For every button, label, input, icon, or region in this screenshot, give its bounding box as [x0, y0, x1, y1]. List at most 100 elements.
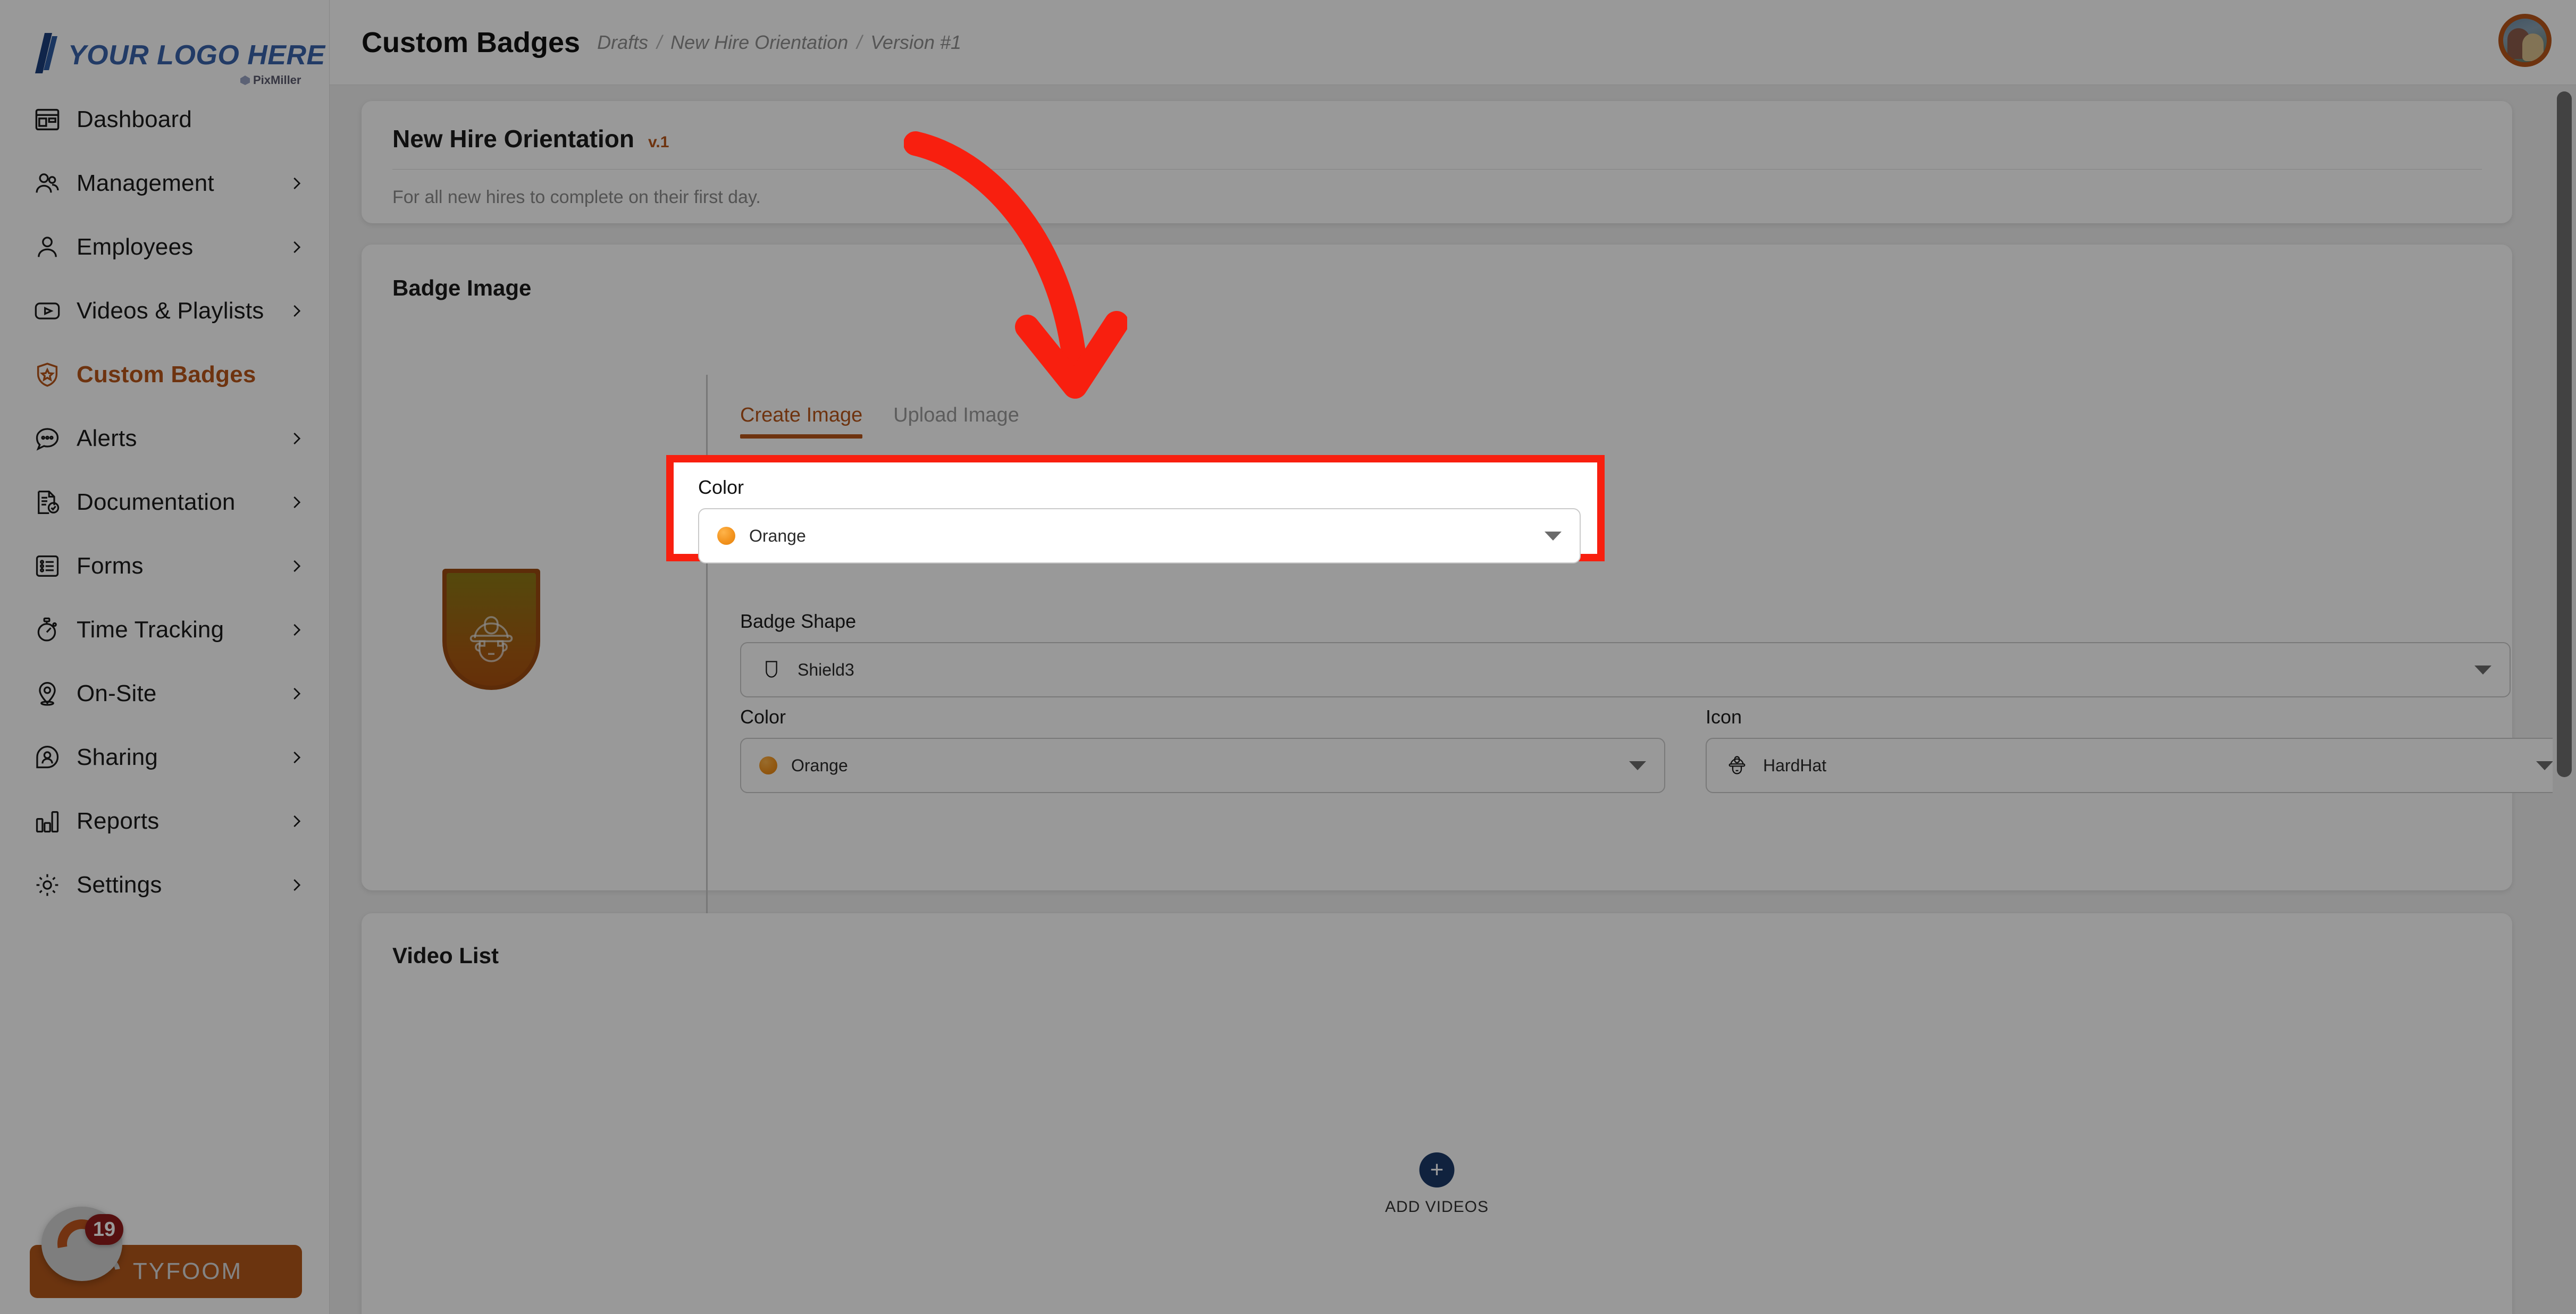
main-content: New Hire Orientation v.1 For all new hir…: [330, 85, 2576, 1314]
video-list-card: Video List + ADD VIDEOS: [362, 913, 2512, 1314]
video-play-icon: [32, 296, 63, 326]
chevron-right-icon: [288, 749, 304, 765]
sidebar-item-label: Reports: [77, 808, 160, 834]
sidebar-item-reports[interactable]: Reports: [0, 789, 330, 853]
sidebar-item-label: Dashboard: [77, 106, 192, 132]
sidebar-item-documentation[interactable]: Documentation: [0, 470, 330, 534]
chevron-right-icon: [288, 175, 304, 191]
sidebar-logo[interactable]: YOUR LOGO HERE PixMiller: [0, 16, 330, 87]
chat-bubble-icon: [32, 423, 63, 454]
sidebar-item-management[interactable]: Management: [0, 151, 330, 215]
sidebar: YOUR LOGO HERE PixMiller Dashboard Manag…: [0, 0, 330, 1314]
chevron-right-icon: [288, 686, 304, 702]
add-videos-button[interactable]: + ADD VIDEOS: [1385, 1152, 1489, 1216]
sidebar-item-label: Sharing: [77, 744, 158, 770]
color-label: Color: [698, 476, 744, 498]
gear-icon: [32, 870, 63, 900]
divider: [392, 169, 2482, 170]
logo-mark-icon: [35, 33, 57, 73]
sidebar-item-label: Alerts: [77, 425, 137, 451]
bar-chart-icon: [32, 806, 63, 837]
sidebar-item-label: On-Site: [77, 680, 157, 706]
chevron-down-icon: [1545, 531, 1562, 541]
avatar[interactable]: [2498, 14, 2552, 67]
sidebar-item-label: Time Tracking: [77, 617, 224, 643]
breadcrumb-item-version[interactable]: Version #1: [870, 31, 961, 54]
breadcrumb-item-new-hire-orientation[interactable]: New Hire Orientation: [670, 31, 848, 54]
plus-icon: +: [1419, 1152, 1455, 1187]
sidebar-nav: Dashboard Management Employees Videos & …: [0, 88, 330, 917]
color-value: Orange: [749, 526, 806, 545]
document-check-icon: [32, 487, 63, 518]
color-swatch-icon: [759, 756, 777, 774]
map-pin-icon: [32, 678, 63, 709]
badge-preview: [442, 569, 540, 690]
color-select[interactable]: Orange: [740, 738, 1665, 793]
badge-shape-label: Badge Shape: [740, 610, 857, 632]
page-header: Custom Badges Drafts / New Hire Orientat…: [330, 0, 2576, 85]
chevron-right-icon: [288, 558, 304, 574]
color-swatch-icon: [717, 527, 735, 545]
sidebar-item-on-site[interactable]: On-Site: [0, 662, 330, 726]
chevron-down-icon: [1629, 761, 1646, 770]
sidebar-item-label: Custom Badges: [77, 361, 256, 388]
icon-field: Icon HardHat: [1706, 706, 2572, 793]
tab-upload-image[interactable]: Upload Image: [893, 404, 1019, 439]
breadcrumb-item-drafts[interactable]: Drafts: [597, 31, 648, 54]
page-scrollbar-thumb[interactable]: [2557, 91, 2572, 777]
color-label: Color: [740, 706, 786, 728]
color-field: Color Orange: [740, 706, 1665, 793]
color-select-highlighted[interactable]: Orange: [698, 508, 1581, 563]
page-title: Custom Badges: [362, 26, 581, 58]
icon-label: Icon: [1706, 706, 1742, 728]
icon-select[interactable]: HardHat: [1706, 738, 2572, 793]
dashboard-icon: [32, 104, 63, 135]
breadcrumb: Drafts / New Hire Orientation / Version …: [597, 31, 961, 54]
pixmiller-watermark: PixMiller: [239, 73, 301, 87]
sidebar-item-alerts[interactable]: Alerts: [0, 407, 330, 470]
tyfoom-brand-label: TYFOOM: [132, 1258, 243, 1284]
sidebar-item-sharing[interactable]: Sharing: [0, 726, 330, 789]
orientation-description: For all new hires to complete on their f…: [392, 187, 761, 207]
sidebar-item-forms[interactable]: Forms: [0, 534, 330, 598]
app-root: YOUR LOGO HERE PixMiller Dashboard Manag…: [0, 0, 2576, 1314]
users-icon: [32, 168, 63, 199]
orientation-title: New Hire Orientation: [392, 125, 634, 153]
sidebar-item-employees[interactable]: Employees: [0, 215, 330, 279]
sidebar-item-label: Videos & Playlists: [77, 298, 264, 324]
chevron-down-icon: [2536, 761, 2553, 770]
chevron-right-icon: [288, 303, 304, 319]
badge-shape-value: Shield3: [798, 660, 854, 679]
chevron-right-icon: [288, 813, 304, 829]
share-person-icon: [32, 742, 63, 773]
sidebar-item-label: Employees: [77, 234, 194, 260]
sidebar-item-label: Settings: [77, 872, 162, 898]
hardhat-icon: [462, 611, 521, 667]
sidebar-item-label: Forms: [77, 553, 144, 579]
sidebar-item-time-tracking[interactable]: Time Tracking: [0, 598, 330, 662]
notification-count-badge[interactable]: 19: [85, 1214, 123, 1245]
shield-star-icon: [32, 359, 63, 390]
sidebar-item-videos-playlists[interactable]: Videos & Playlists: [0, 279, 330, 343]
breadcrumb-separator: /: [657, 31, 662, 53]
chevron-down-icon: [2474, 665, 2491, 675]
shield3-shape-icon: [759, 658, 784, 682]
sidebar-item-settings[interactable]: Settings: [0, 853, 330, 917]
sidebar-item-label: Documentation: [77, 489, 236, 515]
orientation-title-row: New Hire Orientation v.1: [392, 124, 669, 153]
user-icon: [32, 232, 63, 263]
avatar-person-right: [2522, 33, 2544, 61]
color-field-highlight: Color Orange: [666, 455, 1605, 563]
form-list-icon: [32, 551, 63, 582]
chevron-right-icon: [288, 239, 304, 255]
add-videos-label: ADD VIDEOS: [1385, 1198, 1489, 1216]
tab-create-image[interactable]: Create Image: [740, 404, 863, 439]
sidebar-item-label: Management: [77, 170, 214, 196]
chevron-right-icon: [288, 622, 304, 638]
badge-shape-select[interactable]: Shield3: [740, 642, 2511, 697]
sidebar-item-dashboard[interactable]: Dashboard: [0, 88, 330, 151]
sidebar-item-custom-badges[interactable]: Custom Badges: [0, 343, 330, 407]
hardhat-icon: [1725, 753, 1749, 778]
stopwatch-icon: [32, 614, 63, 645]
orientation-overview-card: New Hire Orientation v.1 For all new hir…: [362, 101, 2512, 223]
